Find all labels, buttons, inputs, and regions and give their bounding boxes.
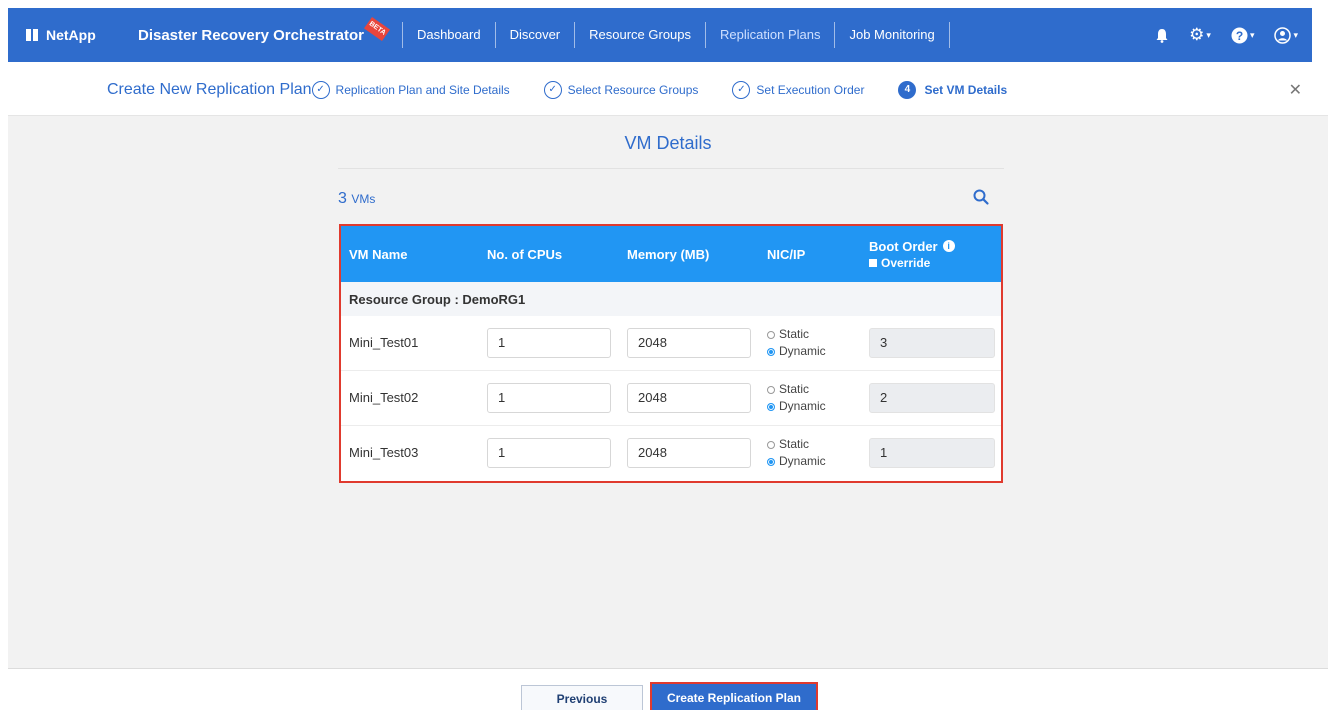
static-radio[interactable]: Static — [767, 436, 826, 453]
column-header-cpus: No. of CPUs — [487, 246, 563, 262]
step-number-badge: 4 — [898, 80, 917, 99]
check-circle-icon: ✓ — [311, 80, 330, 99]
page-title: Create New Replication Plan — [107, 80, 312, 98]
boot-order-field: 3 — [869, 328, 995, 358]
column-header-nic: NIC/IP — [767, 246, 806, 262]
memory-input[interactable]: 2048 — [627, 328, 751, 358]
override-checkbox[interactable]: Override — [869, 256, 930, 270]
app-title-text: Disaster Recovery Orchestrator — [138, 26, 364, 44]
dynamic-radio[interactable]: Dynamic — [767, 343, 826, 360]
vm-count-unit: VMs — [351, 192, 376, 206]
column-header-boot-order: Boot Order i Override — [869, 226, 955, 282]
static-label: Static — [779, 327, 810, 341]
app-title: Disaster Recovery Orchestrator BETA — [138, 16, 390, 44]
nic-radio-group: Static Dynamic — [767, 381, 826, 415]
dynamic-radio[interactable]: Dynamic — [767, 398, 826, 415]
static-label: Static — [779, 382, 810, 396]
netapp-logo[interactable]: NetApp — [26, 27, 126, 43]
bell-icon[interactable] — [1155, 28, 1169, 43]
previous-button[interactable]: Previous — [521, 685, 643, 710]
cpu-input[interactable]: 1 — [487, 383, 611, 413]
boot-order-label: Boot Order — [869, 238, 938, 254]
step-plan-site-details[interactable]: ✓ Replication Plan and Site Details — [311, 80, 510, 99]
column-header-vm-name: VM Name — [349, 246, 408, 262]
svg-text:?: ? — [1236, 29, 1243, 43]
radio-off-icon — [767, 330, 775, 339]
nav-discover[interactable]: Discover — [494, 22, 575, 48]
vm-details-table: VM Name No. of CPUs Memory (MB) NIC/IP B… — [339, 224, 1003, 483]
vm-name-cell: Mini_Test03 — [349, 445, 419, 460]
table-row: Mini_Test03 1 2048 Static Dynamic 1 — [341, 426, 1001, 481]
brand-name: NetApp — [46, 27, 96, 43]
radio-on-icon — [767, 457, 775, 466]
nav-links: Dashboard Discover Resource Groups Repli… — [401, 21, 950, 49]
cpu-input[interactable]: 1 — [487, 328, 611, 358]
vm-name-cell: Mini_Test01 — [349, 335, 419, 350]
step-label: Set VM Details — [924, 82, 1008, 97]
beta-badge: BETA — [363, 16, 390, 42]
radio-on-icon — [767, 402, 775, 411]
create-replication-plan-button[interactable]: Create Replication Plan — [650, 682, 818, 710]
step-label: Set Execution Order — [756, 82, 865, 97]
check-circle-icon: ✓ — [543, 80, 562, 99]
step-select-resource-groups[interactable]: ✓ Select Resource Groups — [543, 80, 699, 99]
static-label: Static — [779, 437, 810, 451]
memory-input[interactable]: 2048 — [627, 438, 751, 468]
nav-dashboard[interactable]: Dashboard — [401, 22, 495, 48]
nav-resource-groups[interactable]: Resource Groups — [574, 22, 705, 48]
step-label: Replication Plan and Site Details — [335, 82, 510, 97]
table-row: Mini_Test01 1 2048 Static Dynamic 3 — [341, 316, 1001, 371]
dynamic-label: Dynamic — [779, 454, 826, 468]
override-label: Override — [881, 255, 931, 270]
vm-count-number: 3 — [338, 190, 347, 207]
main-content: VM Details 3 VMs VM Name No. of CPUs Mem… — [8, 116, 1328, 668]
dynamic-radio[interactable]: Dynamic — [767, 453, 826, 470]
boot-order-field: 1 — [869, 438, 995, 468]
nav-replication-plans[interactable]: Replication Plans — [705, 22, 834, 48]
radio-off-icon — [767, 440, 775, 449]
wizard-steps-bar: Create New Replication Plan ✓ Replicatio… — [8, 64, 1328, 116]
checkbox-icon[interactable] — [869, 258, 877, 267]
vm-count: 3 VMs — [338, 190, 375, 208]
nav-job-monitoring[interactable]: Job Monitoring — [834, 22, 950, 48]
column-header-memory: Memory (MB) — [627, 246, 710, 262]
table-row: Mini_Test02 1 2048 Static Dynamic 2 — [341, 371, 1001, 426]
netapp-logo-icon — [26, 29, 40, 41]
nav-icons: ⚙ ▾ ? ▾ ▾ — [1155, 8, 1298, 62]
cpu-input[interactable]: 1 — [487, 438, 611, 468]
dynamic-label: Dynamic — [779, 399, 826, 413]
dynamic-label: Dynamic — [779, 344, 826, 358]
close-icon[interactable]: ✕ — [1289, 80, 1302, 100]
wizard-footer: Previous Create Replication Plan — [8, 668, 1328, 710]
radio-off-icon — [767, 385, 775, 394]
table-header: VM Name No. of CPUs Memory (MB) NIC/IP B… — [341, 226, 1001, 282]
vm-name-cell: Mini_Test02 — [349, 390, 419, 405]
info-icon[interactable]: i — [942, 240, 955, 252]
check-circle-icon: ✓ — [732, 80, 751, 99]
static-radio[interactable]: Static — [767, 326, 826, 343]
top-nav-bar: NetApp Disaster Recovery Orchestrator BE… — [8, 8, 1312, 62]
step-label: Select Resource Groups — [567, 82, 699, 97]
step-set-vm-details[interactable]: 4 Set VM Details — [898, 80, 1008, 99]
step-set-execution-order[interactable]: ✓ Set Execution Order — [732, 80, 865, 99]
nic-radio-group: Static Dynamic — [767, 326, 826, 360]
divider — [338, 168, 1004, 169]
help-icon[interactable]: ? ▾ — [1231, 27, 1254, 44]
search-icon[interactable] — [972, 188, 990, 206]
radio-on-icon — [767, 347, 775, 356]
boot-order-field: 2 — [869, 383, 995, 413]
memory-input[interactable]: 2048 — [627, 383, 751, 413]
nic-radio-group: Static Dynamic — [767, 436, 826, 470]
static-radio[interactable]: Static — [767, 381, 826, 398]
section-title: VM Details — [624, 133, 712, 153]
user-avatar-icon[interactable]: ▾ — [1274, 26, 1298, 44]
resource-group-row: Resource Group : DemoRG1 — [341, 282, 1001, 316]
gear-icon[interactable]: ⚙ ▾ — [1189, 25, 1211, 45]
